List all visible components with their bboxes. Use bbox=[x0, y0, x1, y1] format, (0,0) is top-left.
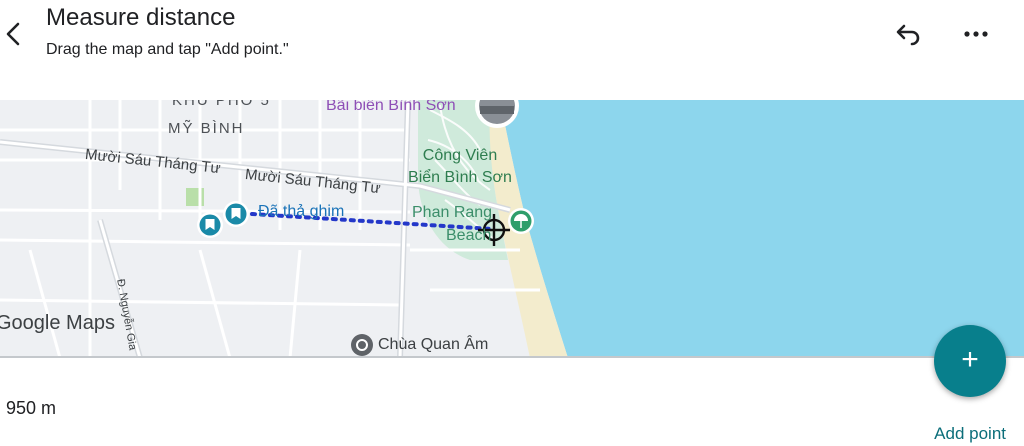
more-horizontal-icon bbox=[964, 31, 988, 37]
toolbar: Measure distance Drag the map and tap "A… bbox=[0, 0, 1024, 100]
distance-value: 950 m bbox=[6, 398, 57, 418]
page-subtitle: Drag the map and tap "Add point." bbox=[46, 41, 289, 58]
back-button[interactable] bbox=[0, 14, 30, 54]
undo-button[interactable] bbox=[890, 18, 926, 50]
phan-rang-beach-label-line1[interactable]: Phan Rang bbox=[412, 204, 492, 222]
map-view[interactable]: KHU PHỐ 5 MỸ BÌNH Mười Sáu Tháng Tư Mười… bbox=[0, 100, 1024, 358]
park-label-line2: Biển Bình Sơn bbox=[408, 169, 512, 186]
plus-icon: + bbox=[961, 343, 979, 376]
area-label-khu-pho: KHU PHỐ 5 bbox=[172, 100, 271, 109]
sea-area bbox=[500, 100, 1024, 358]
add-point-label[interactable]: Add point bbox=[934, 424, 1006, 444]
temple-label[interactable]: Chùa Quan Âm bbox=[378, 336, 488, 354]
temple-marker bbox=[351, 334, 373, 356]
beach-name-label[interactable]: Bãi biển Bình Sơn bbox=[326, 100, 456, 115]
page-title: Measure distance bbox=[46, 4, 236, 31]
add-point-fab[interactable]: + bbox=[934, 325, 1006, 397]
google-maps-logo: Google Maps bbox=[0, 312, 115, 334]
back-arrow-icon bbox=[6, 22, 20, 46]
undo-icon bbox=[896, 24, 920, 46]
saved-pin-marker-2 bbox=[223, 201, 249, 227]
park-label[interactable]: Công Viên Biển Bình Sơn bbox=[400, 145, 520, 189]
dropped-pin-label[interactable]: Đã thả ghim bbox=[258, 203, 344, 221]
area-label-my-binh: MỸ BÌNH bbox=[168, 120, 245, 137]
saved-pin-marker-1 bbox=[197, 212, 223, 238]
map-canvas bbox=[0, 100, 1024, 358]
more-options-button[interactable] bbox=[958, 18, 994, 50]
beach-umbrella-marker bbox=[508, 208, 534, 234]
park-label-line1: Công Viên bbox=[422, 147, 498, 164]
phan-rang-beach-label-line2[interactable]: Beach bbox=[446, 227, 491, 245]
